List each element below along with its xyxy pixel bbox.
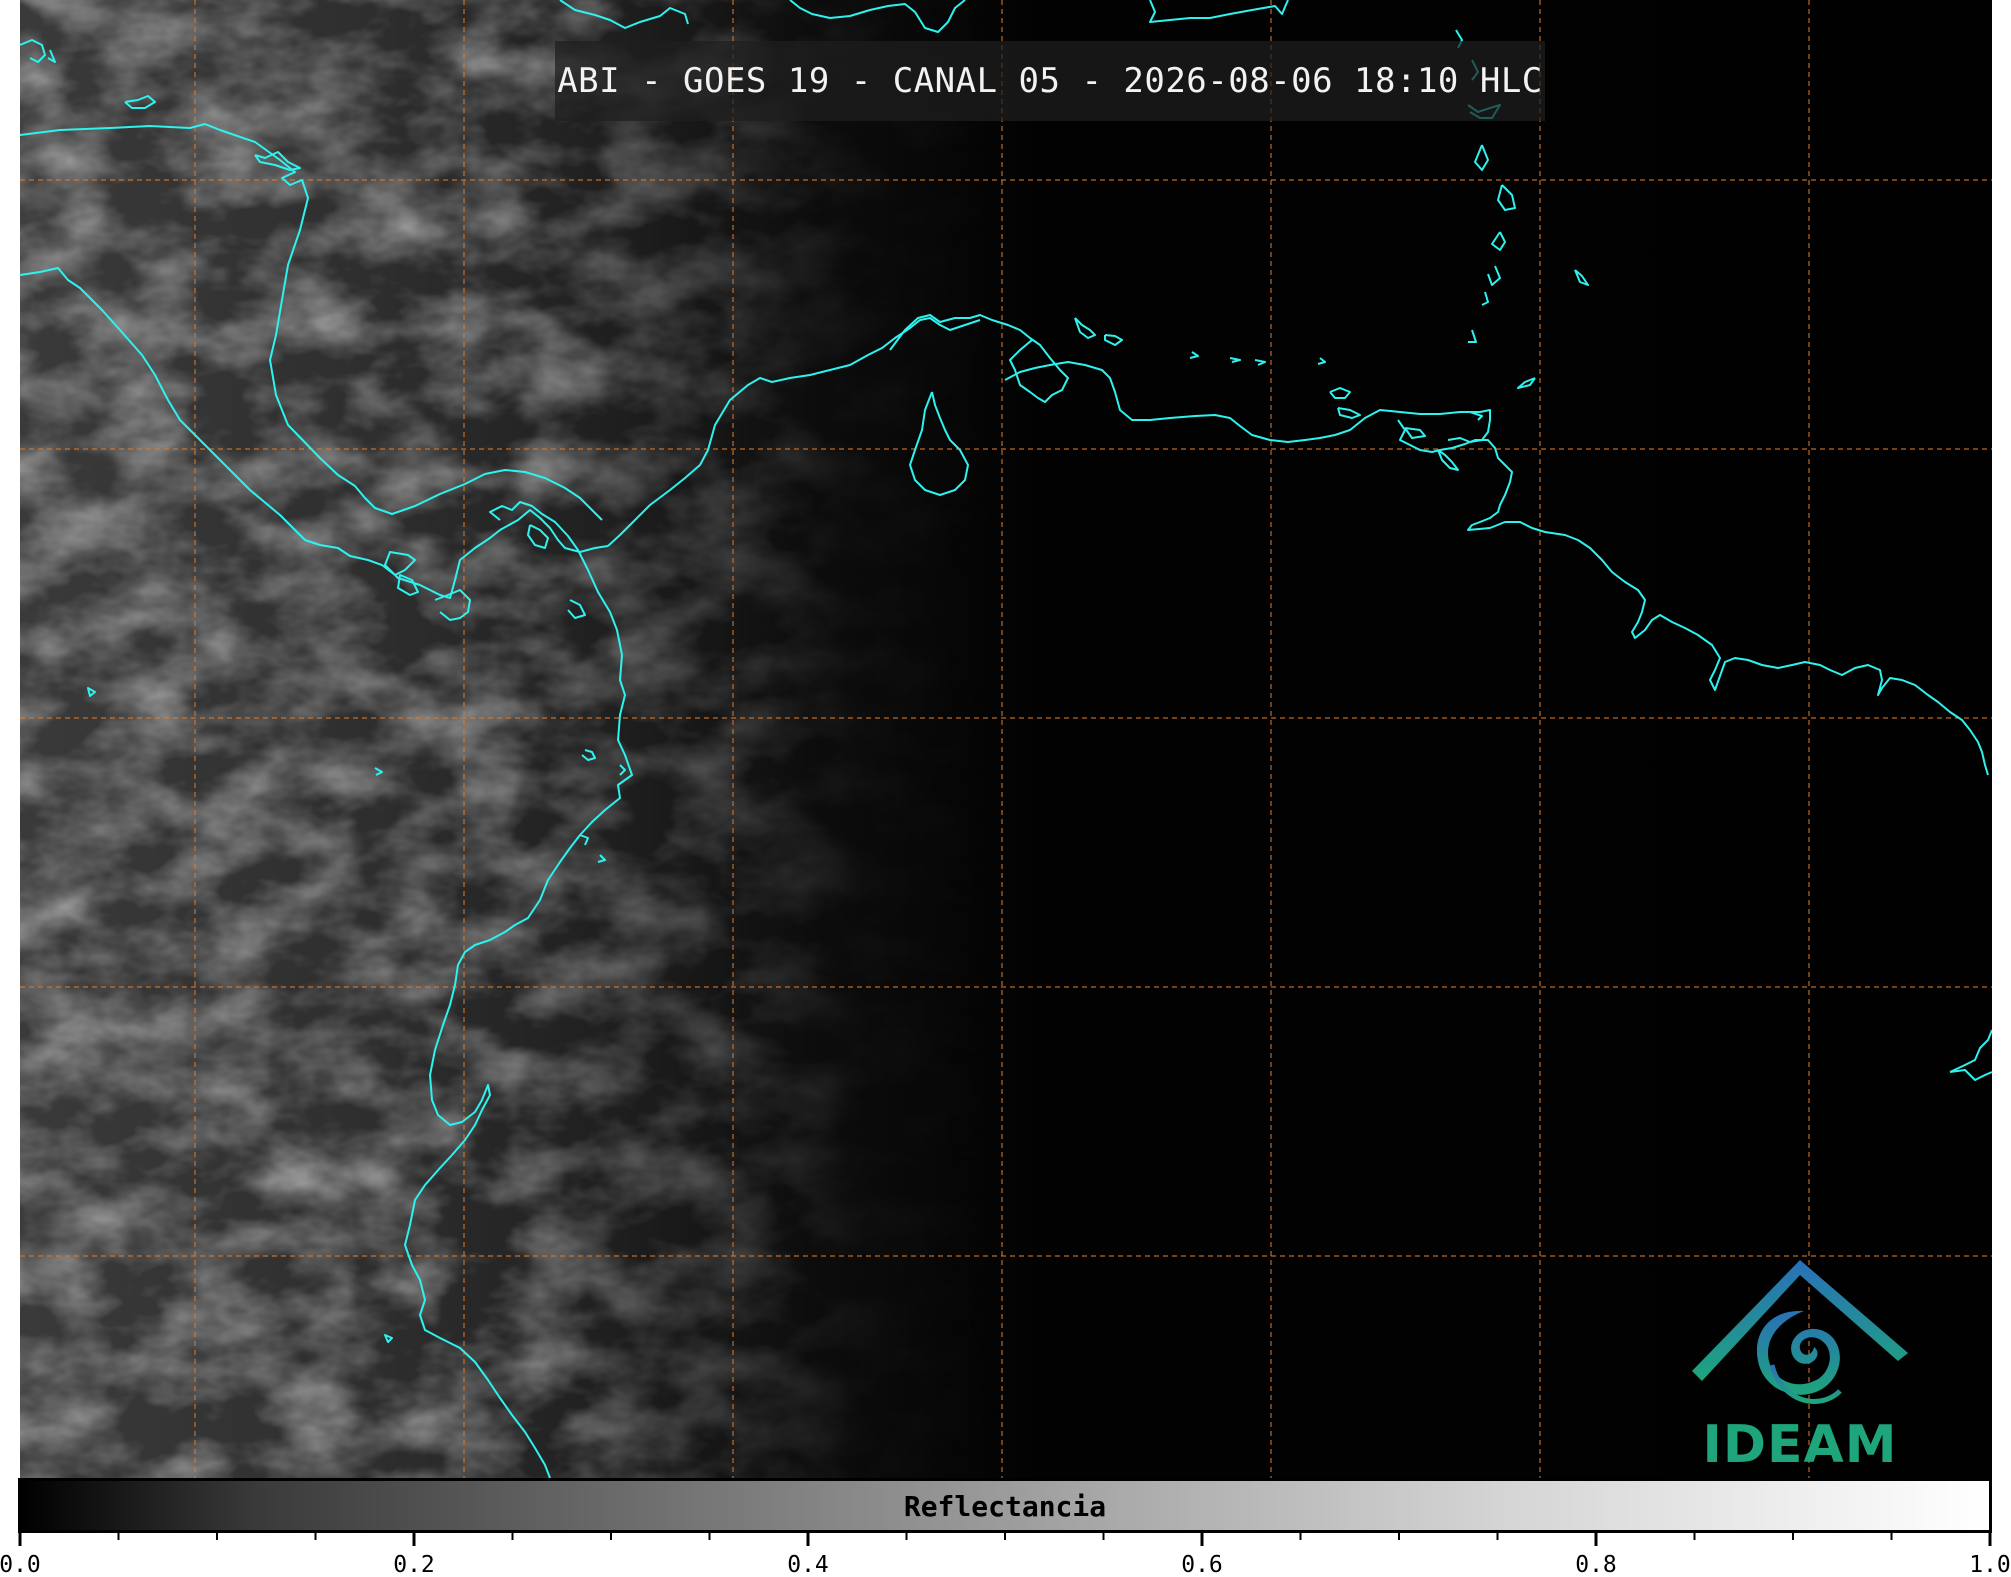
- colorbar-tick-label: 0.8: [1575, 1552, 1617, 1577]
- ideam-logo: IDEAM: [1680, 1253, 1920, 1475]
- ideam-logo-text: IDEAM: [1702, 1415, 1898, 1475]
- colorbar-tick-label: 0.0: [0, 1552, 41, 1577]
- colorbar-label: Reflectancia: [903, 1490, 1107, 1523]
- colorbar-tick-label: 1.0: [1969, 1552, 2011, 1577]
- map-title: ABI - GOES 19 - CANAL 05 - 2026-08-06 18…: [557, 61, 1543, 101]
- satellite-figure: ABI - GOES 19 - CANAL 05 - 2026-08-06 18…: [0, 0, 2011, 1577]
- ideam-emblem-icon: [1692, 1260, 1908, 1404]
- colorbar-tick-label: 0.6: [1181, 1552, 1223, 1577]
- satellite-image-panel: ABI - GOES 19 - CANAL 05 - 2026-08-06 18…: [20, 0, 1992, 1478]
- title-box: ABI - GOES 19 - CANAL 05 - 2026-08-06 18…: [555, 41, 1545, 121]
- colorbar: Reflectancia: [18, 1478, 1992, 1533]
- colorbar-tick-label: 0.4: [787, 1552, 829, 1577]
- colorbar-tick-label: 0.2: [393, 1552, 435, 1577]
- colorbar-ticks: [18, 1530, 1992, 1546]
